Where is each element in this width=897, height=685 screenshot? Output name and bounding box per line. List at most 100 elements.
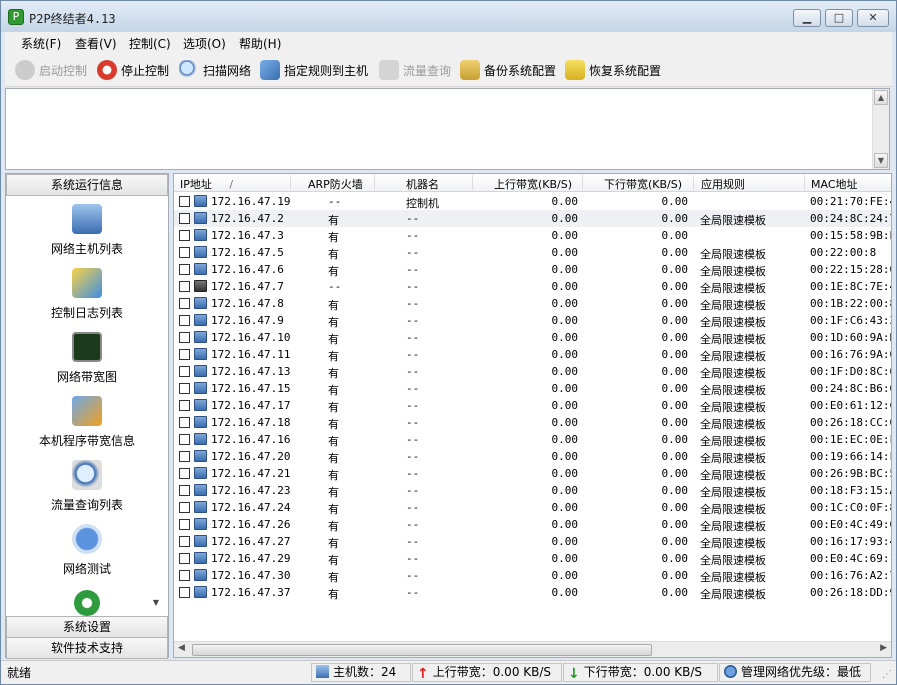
table-row[interactable]: 172.16.47.29 有 -- 0.00 0.00 全局限速模板 00:E0:4C:69… <box>174 550 891 567</box>
table-row[interactable]: 172.16.47.11 有 -- 0.00 0.00 全局限速模板 00:16:76:9A… <box>174 346 891 363</box>
table-row[interactable]: 172.16.47.24 有 -- 0.00 0.00 全局限速模板 00:1C:C0:0F… <box>174 499 891 516</box>
close-button[interactable]: ✕ <box>857 9 889 27</box>
row-checkbox[interactable] <box>179 587 190 598</box>
table-row[interactable]: 172.16.47.16 有 -- 0.00 0.00 全局限速模板 00:1E:EC:0E… <box>174 431 891 448</box>
sidebar-footer-settings[interactable]: 系统设置 <box>6 616 168 638</box>
scroll-left-icon[interactable]: ◀ <box>178 643 185 653</box>
row-checkbox[interactable] <box>179 332 190 343</box>
row-checkbox[interactable] <box>179 485 190 496</box>
table-row[interactable]: 172.16.47.15 有 -- 0.00 0.00 全局限速模板 00:24:8C:B6… <box>174 380 891 397</box>
row-checkbox[interactable] <box>179 281 190 292</box>
row-checkbox[interactable] <box>179 196 190 207</box>
scroll-right-icon[interactable]: ▶ <box>880 643 887 653</box>
table-row[interactable]: 172.16.47.26 有 -- 0.00 0.00 全局限速模板 00:E0:4C:49… <box>174 516 891 533</box>
col-upload[interactable]: 上行带宽(KB/S) <box>494 176 572 192</box>
row-checkbox[interactable] <box>179 400 190 411</box>
traffic-query-button[interactable]: 流量查询 <box>379 59 451 81</box>
row-checkbox[interactable] <box>179 315 190 326</box>
row-checkbox[interactable] <box>179 570 190 581</box>
menu-control[interactable]: 控制(C) <box>129 35 171 52</box>
sidebar-header[interactable]: 系统运行信息 <box>6 174 168 196</box>
table-row[interactable]: 172.16.47.23 有 -- 0.00 0.00 全局限速模板 00:18:F3:15… <box>174 482 891 499</box>
table-row[interactable]: 172.16.47.17 有 -- 0.00 0.00 全局限速模板 00:E0:61:12… <box>174 397 891 414</box>
row-checkbox[interactable] <box>179 366 190 377</box>
title-bar[interactable]: P P2P终结者4.13 ▁ □ ✕ <box>1 1 896 32</box>
sidebar-footer-support[interactable]: 软件技术支持 <box>6 637 168 659</box>
sidebar-item-local-program[interactable]: 本机程序带宽信息 <box>6 396 168 460</box>
cell-hostname: -- <box>406 280 420 293</box>
table-row[interactable]: 172.16.47.30 有 -- 0.00 0.00 全局限速模板 00:16:76:A2… <box>174 567 891 584</box>
table-row[interactable]: 172.16.47.6 有 -- 0.00 0.00 全局限速模板 00:22:15:28:… <box>174 261 891 278</box>
start-control-button[interactable]: 启动控制 <box>15 59 87 81</box>
maximize-button[interactable]: □ <box>825 9 853 27</box>
table-row[interactable]: 172.16.47.27 有 -- 0.00 0.00 全局限速模板 00:16:17:93… <box>174 533 891 550</box>
scan-network-button[interactable]: 扫描网络 <box>179 59 251 81</box>
menu-help[interactable]: 帮助(H) <box>239 35 281 52</box>
col-mac[interactable]: MAC地址 <box>811 176 858 192</box>
cell-arp: 有 <box>328 452 339 465</box>
row-checkbox[interactable] <box>179 383 190 394</box>
backup-config-button[interactable]: 备份系统配置 <box>460 59 556 81</box>
menu-system[interactable]: 系统(F) <box>21 35 61 52</box>
sidebar-item-control-log[interactable]: 控制日志列表 <box>6 268 168 332</box>
row-checkbox[interactable] <box>179 434 190 445</box>
main-window: P P2P终结者4.13 ▁ □ ✕ 系统(F) 查看(V) 控制(C) 选项(… <box>0 0 897 685</box>
sidebar-item-traffic-list[interactable]: 流量查询列表 <box>6 460 168 524</box>
row-checkbox[interactable] <box>179 519 190 530</box>
row-checkbox[interactable] <box>179 349 190 360</box>
table-row[interactable]: 172.16.47.20 有 -- 0.00 0.00 全局限速模板 00:19:66:14… <box>174 448 891 465</box>
row-checkbox[interactable] <box>179 417 190 428</box>
row-checkbox[interactable] <box>179 298 190 309</box>
sidebar-scroll-down-icon[interactable]: ▼ <box>149 596 163 610</box>
stop-control-button[interactable]: 停止控制 <box>97 59 169 81</box>
row-checkbox[interactable] <box>179 213 190 224</box>
log-textbox[interactable]: ▲ ▼ <box>5 88 890 170</box>
scroll-down-icon[interactable]: ▼ <box>874 153 888 168</box>
cell-upload: 0.00 <box>551 518 579 531</box>
col-hostname[interactable]: 机器名 <box>406 176 439 192</box>
cell-hostname: -- <box>406 365 420 378</box>
table-row[interactable]: 172.16.47.19 -- 控制机 0.00 0.00 00:21:70:FE:4 <box>174 193 891 210</box>
menu-view[interactable]: 查看(V) <box>75 35 117 52</box>
scroll-up-icon[interactable]: ▲ <box>874 90 888 105</box>
row-checkbox[interactable] <box>179 230 190 241</box>
sidebar-item-settings[interactable] <box>6 588 168 618</box>
sidebar-item-network-hosts[interactable]: 网络主机列表 <box>6 204 168 268</box>
resize-grip-icon[interactable]: ⋰ <box>882 669 892 680</box>
row-checkbox[interactable] <box>179 264 190 275</box>
col-arp[interactable]: ARP防火墙 <box>308 176 363 192</box>
table-row[interactable]: 172.16.47.7 -- -- 0.00 0.00 全局限速模板 00:1E:8C:7E… <box>174 278 891 295</box>
cell-download: 0.00 <box>661 467 689 480</box>
minimize-button[interactable]: ▁ <box>793 9 821 27</box>
cell-mac: 00:1D:60:9A:B <box>810 331 892 344</box>
col-download[interactable]: 下行带宽(KB/S) <box>604 176 682 192</box>
table-row[interactable]: 172.16.47.9 有 -- 0.00 0.00 全局限速模板 00:1F:C6:43:… <box>174 312 891 329</box>
restore-config-button[interactable]: 恢复系统配置 <box>565 59 661 81</box>
table-row[interactable]: 172.16.47.3 有 -- 0.00 0.00 00:15:58:9B:E <box>174 227 891 244</box>
menu-options[interactable]: 选项(O) <box>183 35 226 52</box>
row-checkbox[interactable] <box>179 536 190 547</box>
col-rule[interactable]: 应用规则 <box>701 176 745 192</box>
row-checkbox[interactable] <box>179 468 190 479</box>
col-ip[interactable]: IP地址 / <box>180 176 233 192</box>
log-vertical-scrollbar[interactable]: ▲ ▼ <box>872 89 889 169</box>
sidebar-item-bandwidth-chart[interactable]: 网络带宽图 <box>6 332 168 396</box>
close-icon: ✕ <box>868 11 878 24</box>
table-row[interactable]: 172.16.47.2 有 -- 0.00 0.00 全局限速模板 00:24:8C:24:… <box>174 210 891 227</box>
cell-upload: 0.00 <box>551 586 579 599</box>
table-horizontal-scrollbar[interactable]: ◀ ▶ <box>174 641 891 657</box>
table-row[interactable]: 172.16.47.18 有 -- 0.00 0.00 全局限速模板 00:26:18:CC… <box>174 414 891 431</box>
table-row[interactable]: 172.16.47.21 有 -- 0.00 0.00 全局限速模板 00:26:9B:BC… <box>174 465 891 482</box>
row-checkbox[interactable] <box>179 247 190 258</box>
table-row[interactable]: 172.16.47.5 有 -- 0.00 0.00 全局限速模板 00:22:00:8 <box>174 244 891 261</box>
table-row[interactable]: 172.16.47.13 有 -- 0.00 0.00 全局限速模板 00:1F:D0:8C… <box>174 363 891 380</box>
scroll-thumb[interactable] <box>192 644 652 656</box>
row-checkbox[interactable] <box>179 553 190 564</box>
assign-rule-button[interactable]: 指定规则到主机 <box>260 59 368 81</box>
sidebar-item-network-test[interactable]: 网络测试 <box>6 524 168 588</box>
row-checkbox[interactable] <box>179 451 190 462</box>
table-row[interactable]: 172.16.47.10 有 -- 0.00 0.00 全局限速模板 00:1D:60:9A… <box>174 329 892 346</box>
table-row[interactable]: 172.16.47.37 有 -- 0.00 0.00 全局限速模板 00:26:18:DD… <box>174 584 891 601</box>
table-row[interactable]: 172.16.47.8 有 -- 0.00 0.00 全局限速模板 00:1B:22:00:… <box>174 295 891 312</box>
row-checkbox[interactable] <box>179 502 190 513</box>
